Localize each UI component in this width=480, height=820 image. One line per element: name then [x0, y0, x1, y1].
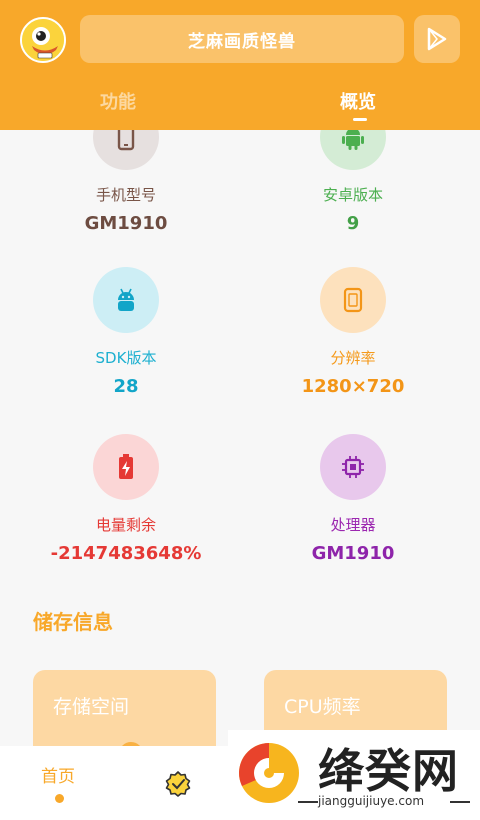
processor-value: GM1910	[311, 543, 395, 564]
phone-model-circle	[93, 130, 159, 170]
play-button[interactable]	[414, 15, 460, 63]
sdk-version-value: 28	[113, 376, 139, 397]
battery-label: 电量剩余	[95, 516, 156, 534]
nav-badge-button[interactable]	[164, 770, 192, 798]
sdk-version-label: SDK版本	[95, 349, 157, 367]
app-header: 芝麻画质怪兽 功能 概览	[0, 0, 480, 130]
storage-space-title: 存储空间	[53, 696, 130, 718]
watermark-logo-icon	[239, 743, 299, 803]
resolution-label: 分辨率	[330, 349, 376, 367]
info-battery: 电量剩余 -2147483648%	[26, 434, 226, 567]
phone-model-value: GM1910	[84, 213, 168, 234]
cpu-icon	[342, 456, 364, 478]
cpu-frequency-title: CPU频率	[284, 696, 361, 718]
info-sdk-version: SDK版本 28	[26, 267, 226, 400]
storage-space-card[interactable]: 存储空间	[33, 670, 216, 746]
overview-content[interactable]: 手机型号 GM1910 安卓版本 9 SDK版本 28 分辨率 1280×720…	[0, 130, 480, 746]
nav-active-dot	[55, 794, 64, 803]
android-version-label: 安卓版本	[322, 186, 383, 204]
monster-avatar-icon	[22, 19, 64, 61]
info-phone-model: 手机型号 GM1910	[26, 130, 226, 237]
storage-section-title: 储存信息	[33, 610, 113, 634]
verified-badge-icon	[165, 771, 191, 797]
battery-icon	[119, 454, 133, 479]
tab-overview[interactable]: 概览	[340, 88, 376, 114]
watermark-url: jiangguijiuye.com	[318, 794, 425, 808]
tab-indicator	[353, 118, 367, 121]
tab-features[interactable]: 功能	[100, 88, 136, 114]
resolution-circle	[320, 267, 386, 333]
watermark-line-right	[450, 801, 470, 803]
android-version-value: 9	[346, 213, 360, 234]
battery-circle	[93, 434, 159, 500]
avatar[interactable]	[20, 17, 66, 63]
android-icon	[342, 130, 364, 150]
watermark-line-left	[298, 801, 318, 803]
watermark-text: 绛癸网	[318, 744, 459, 798]
android-version-circle	[320, 130, 386, 170]
info-android-version: 安卓版本 9	[253, 130, 453, 237]
watermark: 绛癸网 jiangguijiuye.com	[228, 730, 480, 820]
battery-value: -2147483648%	[50, 543, 202, 564]
android-sdk-icon	[118, 288, 134, 311]
info-resolution: 分辨率 1280×720	[253, 267, 453, 400]
tablet-icon	[343, 287, 363, 313]
processor-circle	[320, 434, 386, 500]
resolution-value: 1280×720	[301, 376, 405, 397]
play-icon	[427, 27, 447, 51]
sdk-version-circle	[93, 267, 159, 333]
info-processor: 处理器 GM1910	[253, 434, 453, 567]
app-title[interactable]: 芝麻画质怪兽	[80, 15, 404, 63]
processor-label: 处理器	[330, 516, 376, 534]
phone-model-label: 手机型号	[95, 186, 156, 204]
phone-icon	[117, 130, 135, 151]
nav-home[interactable]: 首页	[41, 762, 75, 787]
